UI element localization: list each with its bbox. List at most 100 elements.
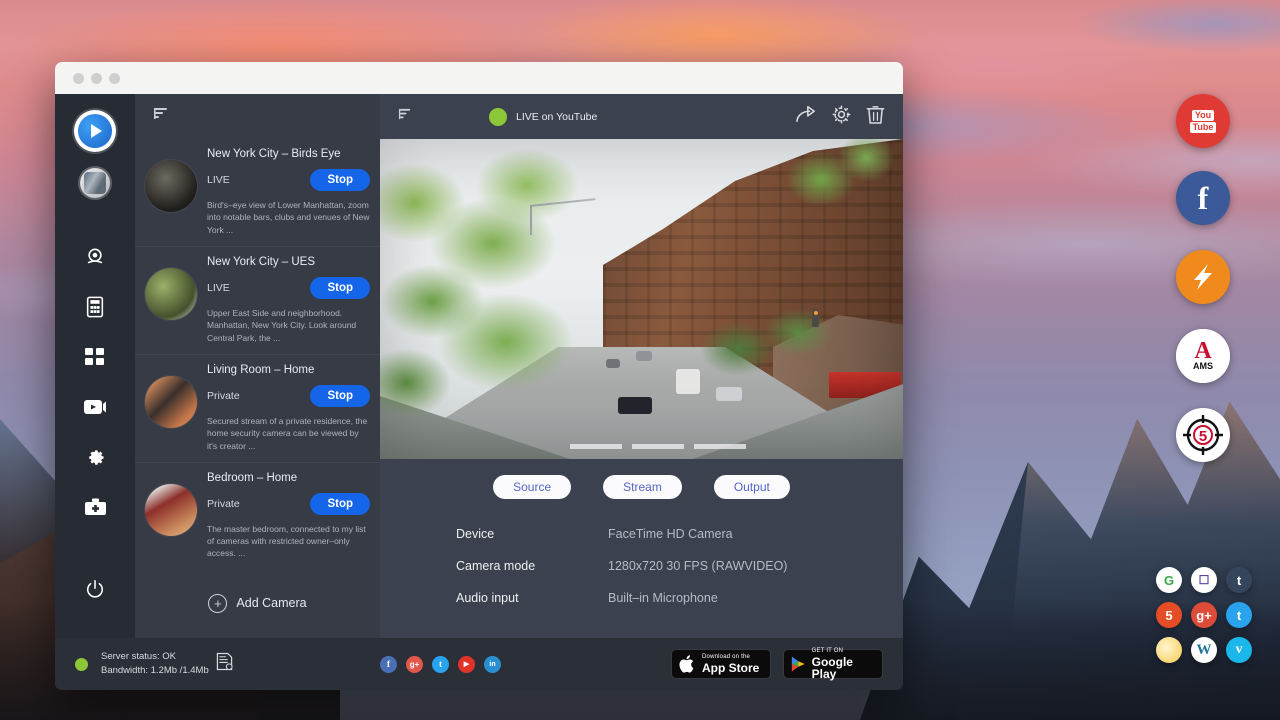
camera-list-item[interactable]: Living Room – Home Private Stop Secured … (135, 355, 380, 463)
rail-item-settings[interactable] (71, 432, 119, 482)
window-minimize-button[interactable] (91, 73, 102, 84)
html5-icon[interactable]: 5 (1156, 602, 1182, 628)
tab-output[interactable]: Output (714, 475, 790, 499)
main-topbar: LIVE on YouTube (380, 94, 903, 139)
live-status: LIVE on YouTube (489, 108, 597, 126)
twitch-icon[interactable]: ☐ (1191, 567, 1217, 593)
google-play-text: GET IT ON Google Play (812, 648, 875, 680)
plus-circle-icon: + (208, 594, 227, 613)
share-button[interactable] (795, 104, 817, 129)
camera-action-button[interactable]: Stop (310, 277, 370, 299)
store-badges: Download on the App Store GET IT ON G (671, 649, 883, 679)
add-camera-button[interactable]: + Add Camera (135, 568, 380, 638)
rail-item-dashboard[interactable] (71, 332, 119, 382)
camera-status-row: Private Stop (207, 385, 370, 407)
device-icon (85, 296, 105, 318)
youtube-launcher-icon[interactable]: You Tube (1176, 94, 1230, 148)
adobe-a-mark: A (1194, 341, 1211, 361)
tumblr-icon[interactable]: t (1226, 567, 1252, 593)
wordpress-icon[interactable]: W (1191, 637, 1217, 663)
tab-source[interactable]: Source (493, 475, 571, 499)
main-content: LIVE on YouTube (380, 94, 903, 638)
camera-list-item[interactable]: New York City – Birds Eye LIVE Stop Bird… (135, 139, 380, 247)
detail-label: Camera mode (456, 559, 608, 573)
crosshair-icon: 5 (1181, 413, 1225, 457)
adobe-ams-launcher-icon-face[interactable]: A AMS (1176, 329, 1230, 383)
camera-icon (84, 246, 106, 268)
settings-button[interactable] (831, 104, 852, 130)
camera-list-item[interactable]: Bedroom – Home Private Stop The master b… (135, 463, 380, 568)
twitter-icon[interactable]: t (432, 656, 449, 673)
live-indicator-dot (489, 108, 507, 126)
camera-status-row: LIVE Stop (207, 277, 370, 299)
camera-status: Private (207, 498, 240, 510)
camera-status: LIVE (207, 282, 230, 294)
camera-description: Bird's–eye view of Lower Manhattan, zoom… (207, 199, 370, 236)
rail-item-devices[interactable] (71, 282, 119, 332)
preview-vignette (380, 139, 903, 459)
google-plus-icon[interactable]: g+ (406, 656, 423, 673)
camera-action-button[interactable]: Stop (310, 385, 370, 407)
camera-thumbnail (145, 376, 197, 428)
app-store-top-label: Download on the (702, 654, 759, 660)
server-status-text: Server status: OK (101, 650, 209, 664)
app-window: New York City – Birds Eye LIVE Stop Bird… (55, 62, 903, 690)
apple-icon (679, 654, 696, 674)
google-play-badge[interactable]: GET IT ON Google Play (783, 649, 883, 679)
window-titlebar[interactable] (55, 62, 903, 94)
camera-action-button[interactable]: Stop (310, 169, 370, 191)
camera-title: Bedroom – Home (207, 472, 370, 484)
camera-list[interactable]: New York City – Birds Eye LIVE Stop Bird… (135, 139, 380, 568)
app-store-badge[interactable]: Download on the App Store (671, 649, 771, 679)
svg-text:5: 5 (1199, 428, 1207, 445)
desktop: You Tube f A 5 A AMS G ☐ t 5 g+ t W v (0, 0, 1280, 720)
youtube-launcher-icon-bottom: Tube (1190, 122, 1217, 133)
status-text-block: Server status: OK Bandwidth: 1.2Mb /1.4M… (101, 650, 209, 679)
rail-item-broadcast[interactable] (71, 382, 119, 432)
camera-item-body: New York City – UES LIVE Stop Upper East… (207, 256, 370, 344)
detail-row-audio-input: Audio input Built–in Microphone (380, 591, 903, 623)
google-plus-icon-desktop[interactable]: g+ (1191, 602, 1217, 628)
user-avatar[interactable] (80, 168, 110, 198)
social-links: f g+ t ▶ in (380, 656, 501, 673)
camera-title: New York City – UES (207, 256, 370, 268)
window-zoom-button[interactable] (109, 73, 120, 84)
layout-list-icon[interactable] (398, 107, 413, 127)
facebook-launcher-icon[interactable]: f (1176, 171, 1230, 225)
delete-button[interactable] (866, 104, 885, 130)
window-close-button[interactable] (73, 73, 84, 84)
adobe-ams-launcher-icon[interactable] (1176, 250, 1230, 304)
tab-stream[interactable]: Stream (603, 475, 682, 499)
detail-value[interactable]: Built–in Microphone (608, 591, 718, 605)
google-play-top-label: GET IT ON (812, 648, 875, 654)
facebook-icon[interactable]: f (380, 656, 397, 673)
server-status-dot (75, 658, 88, 671)
play-triangle-icon (791, 655, 806, 673)
rail-item-cameras[interactable] (71, 232, 119, 282)
rail-item-support[interactable] (71, 482, 119, 532)
youtube-icon[interactable]: ▶ (458, 656, 475, 673)
camera-status-row: Private Stop (207, 493, 370, 515)
app-store-bottom-label: App Store (702, 662, 759, 674)
camera-description: The master bedroom, connected to my list… (207, 523, 370, 560)
google-play-bottom-label: Google Play (812, 656, 875, 680)
vimeo-icon[interactable]: v (1226, 637, 1252, 663)
app-logo[interactable] (74, 110, 116, 152)
video-preview[interactable] (380, 139, 903, 459)
grabyo-icon[interactable]: G (1156, 567, 1182, 593)
rail-item-power[interactable] (71, 564, 119, 614)
camera-action-button[interactable]: Stop (310, 493, 370, 515)
flare-icon[interactable] (1156, 637, 1182, 663)
sort-list-icon[interactable] (153, 106, 169, 127)
detail-label: Audio input (456, 591, 608, 605)
camera-thumbnail (145, 268, 197, 320)
twitter-icon-desktop[interactable]: t (1226, 602, 1252, 628)
detail-value[interactable]: FaceTime HD Camera (608, 527, 733, 541)
target5-launcher-icon[interactable]: 5 (1176, 408, 1230, 462)
youtube-launcher-icon-top: You (1192, 110, 1214, 121)
log-document-icon[interactable] (216, 652, 233, 676)
detail-value[interactable]: 1280x720 30 FPS (RAWVIDEO) (608, 559, 787, 573)
camera-list-item[interactable]: New York City – UES LIVE Stop Upper East… (135, 247, 380, 355)
linkedin-icon[interactable]: in (484, 656, 501, 673)
detail-tabs: Source Stream Output (380, 475, 903, 499)
